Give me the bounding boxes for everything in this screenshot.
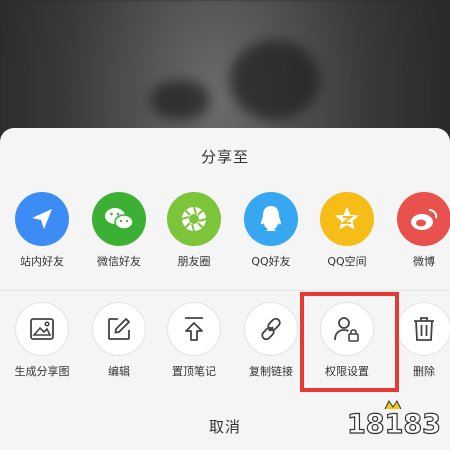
weibo-icon: [397, 192, 450, 246]
highlight-box: [300, 292, 399, 392]
divider: [0, 290, 450, 291]
share-qq-button[interactable]: QQ好友: [235, 192, 307, 269]
pin-top-icon: [167, 302, 221, 356]
share-sheet-title: 分享至: [200, 148, 249, 166]
link-icon: [244, 302, 298, 356]
qzone-icon: [320, 192, 374, 246]
share-friend-button[interactable]: 站内好友: [6, 192, 78, 269]
share-weibo-button[interactable]: 微博: [388, 192, 450, 269]
copy-link-label: 复制链接: [249, 365, 293, 378]
share-moments-label: 朋友圈: [177, 255, 211, 268]
generate-share-image-button[interactable]: 生成分享图: [6, 302, 78, 379]
share-moments-button[interactable]: 朋友圈: [158, 192, 230, 269]
share-wechat-button[interactable]: 微信好友: [83, 192, 155, 269]
edit-icon: [92, 302, 146, 356]
image-icon: [15, 302, 69, 356]
edit-button[interactable]: 编辑: [83, 302, 155, 379]
wechat-icon: [92, 192, 146, 246]
watermark-text: 18183: [347, 409, 441, 439]
share-qzone-button[interactable]: QQ空间: [311, 192, 383, 269]
qq-icon: [244, 192, 298, 246]
share-weibo-label: 微博: [413, 255, 435, 268]
share-wechat-label: 微信好友: [97, 255, 141, 268]
send-icon: [15, 192, 69, 246]
trash-icon: [397, 302, 450, 356]
pin-note-button[interactable]: 置顶笔记: [158, 302, 230, 379]
share-qzone-label: QQ空间: [327, 255, 367, 268]
copy-link-button[interactable]: 复制链接: [235, 302, 307, 379]
share-qq-label: QQ好友: [251, 255, 291, 268]
moments-icon: [167, 192, 221, 246]
pin-note-label: 置顶笔记: [172, 365, 216, 378]
share-friend-label: 站内好友: [20, 255, 64, 268]
generate-share-image-label: 生成分享图: [14, 365, 70, 378]
site-watermark: 18183: [345, 399, 443, 441]
edit-label: 编辑: [108, 365, 130, 378]
